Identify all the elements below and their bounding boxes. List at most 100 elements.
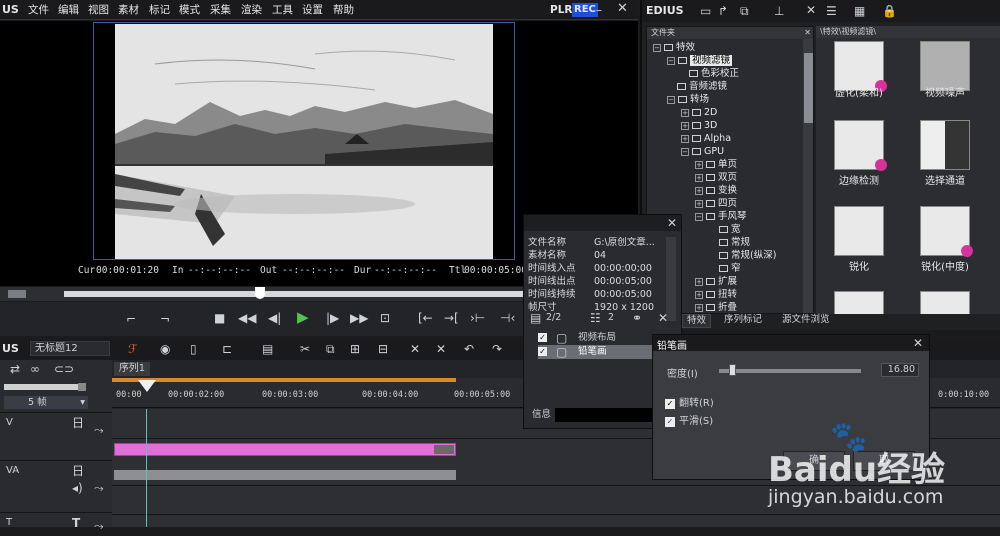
paste-icon[interactable]: ⊞	[350, 342, 360, 356]
set-out-icon[interactable]: ¬	[160, 312, 170, 326]
info-close-icon[interactable]: ✕	[667, 216, 677, 230]
view-grid-icon[interactable]: ▦	[854, 4, 865, 18]
track-t-expand-icon[interactable]: ⤳	[94, 519, 104, 533]
tree-item-transform[interactable]: + 变换	[695, 184, 737, 197]
tree-close-icon[interactable]: ✕	[804, 27, 811, 39]
video-clip[interactable]	[114, 443, 456, 456]
properties-icon[interactable]: ☰	[826, 4, 837, 18]
density-slider[interactable]	[719, 369, 861, 373]
play-icon[interactable]: ▶	[297, 310, 309, 325]
close-icon[interactable]: ✕	[617, 2, 628, 16]
speaker-icon[interactable]: ◂)	[72, 481, 83, 495]
smooth-checkbox[interactable]: ✓	[665, 417, 675, 427]
track-va-toggle-icon[interactable]: 日	[72, 464, 84, 478]
menu-clip[interactable]: 素材	[118, 0, 139, 20]
folder-icon[interactable]: ▭	[700, 4, 711, 18]
lane-t[interactable]	[112, 489, 1000, 515]
cut-icon[interactable]: ✂	[300, 342, 310, 356]
tree-item-2d[interactable]: +2D	[681, 106, 717, 119]
insert-icon[interactable]: [←	[418, 311, 433, 325]
delete-icon[interactable]: ✕	[806, 3, 816, 17]
effect-thumb-partial-2[interactable]	[920, 291, 970, 314]
mode-icon[interactable]: ℱ	[128, 342, 137, 356]
effect-thumb-select-channel[interactable]	[920, 120, 970, 170]
tab-effects[interactable]: 特效	[682, 314, 712, 328]
trim-icon[interactable]: ›⊢	[470, 311, 485, 325]
step-back-icon[interactable]: ◀|	[268, 311, 281, 325]
invert-checkbox[interactable]: ✓	[665, 399, 675, 409]
track-t[interactable]: T T ⤳	[0, 512, 112, 536]
menu-help[interactable]: 帮助	[333, 0, 354, 20]
tree-item-expand[interactable]: + 扩展	[695, 275, 737, 288]
menu-render[interactable]: 渲染	[241, 0, 262, 20]
lock-icon[interactable]: 🔒	[882, 4, 897, 18]
tree-item-effects[interactable]: − 特效	[653, 41, 695, 54]
apply-icon[interactable]: ⊥	[774, 4, 784, 18]
dialog-close-icon[interactable]: ✕	[913, 336, 923, 350]
up-folder-icon[interactable]: ↱	[718, 4, 728, 18]
info-tab[interactable]: 信息	[528, 408, 556, 422]
fast-forward-icon[interactable]: ▶▶	[350, 311, 368, 325]
effect-thumb-partial-1[interactable]	[834, 291, 884, 314]
track-v[interactable]: V 日 ⤳	[0, 412, 112, 460]
stop-icon[interactable]: ■	[214, 311, 225, 325]
tab-source-browser[interactable]: 源文件浏览	[778, 314, 834, 326]
menu-edit[interactable]: 编辑	[58, 0, 79, 20]
minimize-icon[interactable]: –	[596, 3, 602, 17]
replace-icon[interactable]: ⊟	[378, 342, 388, 356]
set-in-icon[interactable]: ⌐	[126, 312, 136, 326]
title-track-icon[interactable]: T	[72, 516, 80, 530]
tree-item-wide[interactable]: 宽	[719, 223, 741, 236]
zoom-slider[interactable]	[4, 383, 86, 391]
loop-icon[interactable]: ⊡	[380, 311, 390, 325]
layer-icon[interactable]: ▤	[530, 311, 541, 325]
tree-item-double-page[interactable]: + 双页	[695, 171, 737, 184]
tree-item-gpu[interactable]: − GPU	[681, 145, 724, 158]
ripple-icon[interactable]: ⊣‹	[500, 311, 515, 325]
frames-select[interactable]: 5 帧 ▾	[4, 396, 88, 409]
tree-item-twist[interactable]: + 扭转	[695, 288, 737, 301]
link-icon[interactable]: ∞	[30, 362, 40, 376]
sequence-tab[interactable]: 序列1	[114, 362, 150, 376]
density-input[interactable]: 16.80	[881, 363, 919, 377]
tree-item-single-page[interactable]: + 单页	[695, 158, 737, 171]
menu-file[interactable]: 文件	[28, 0, 49, 20]
tree-item-audio-filters[interactable]: 音频滤镜	[677, 80, 727, 93]
filter-item-pencil[interactable]: ✓ ▢ 铅笔画	[538, 345, 666, 359]
tree-scrollbar[interactable]	[803, 39, 813, 313]
zoom-slider-thumb[interactable]	[78, 383, 86, 391]
cancel-button[interactable]: 取	[853, 451, 915, 471]
list-icon[interactable]: ☷	[590, 311, 601, 325]
info-delete-icon[interactable]: ✕	[658, 311, 668, 325]
track-va[interactable]: VA 日 ◂) ⤳	[0, 460, 112, 512]
menu-settings[interactable]: 设置	[302, 0, 323, 20]
new-icon[interactable]: ▯	[190, 342, 197, 356]
save-icon[interactable]: ▤	[262, 342, 273, 356]
link-chain-icon[interactable]: ⚭	[632, 311, 642, 325]
open-icon[interactable]: ⊏	[222, 342, 232, 356]
audio-clip[interactable]	[114, 470, 456, 480]
tab-sequence-markers[interactable]: 序列标记	[720, 314, 766, 326]
tree-item-normal[interactable]: 常规	[719, 236, 750, 249]
undo-icon[interactable]: ↶	[464, 342, 474, 356]
effect-thumb-sharpen-medium[interactable]	[920, 206, 973, 257]
tree-item-transitions[interactable]: − 转场	[667, 93, 709, 106]
tree-item-narrow[interactable]: 窄	[719, 262, 741, 275]
ok-button[interactable]: 确	[783, 451, 845, 471]
tree-item-color-correction[interactable]: 色彩校正	[689, 67, 739, 80]
delete-clip-icon[interactable]: ✕	[410, 342, 420, 356]
filter-item-layout[interactable]: ✓ ▢ 视频布局	[538, 331, 666, 345]
copy-icon[interactable]: ⧉	[740, 4, 749, 18]
snapshot-icon[interactable]: ◉	[160, 342, 170, 356]
group-icon[interactable]: ⊂⊃	[54, 362, 74, 376]
timeline-playhead-icon[interactable]	[138, 380, 156, 392]
info-scrollbar[interactable]	[666, 237, 676, 321]
copy-clip-icon[interactable]: ⧉	[326, 342, 335, 356]
tree-item-alpha[interactable]: + Alpha	[681, 132, 731, 145]
step-forward-icon[interactable]: |▶	[326, 311, 339, 325]
menu-capture[interactable]: 采集	[210, 0, 231, 20]
track-v-expand-icon[interactable]: ⤳	[94, 423, 104, 437]
menu-marker[interactable]: 标记	[149, 0, 170, 20]
tree-item-fold[interactable]: + 折叠	[695, 301, 737, 313]
pencil-checkbox[interactable]: ✓	[538, 347, 547, 356]
